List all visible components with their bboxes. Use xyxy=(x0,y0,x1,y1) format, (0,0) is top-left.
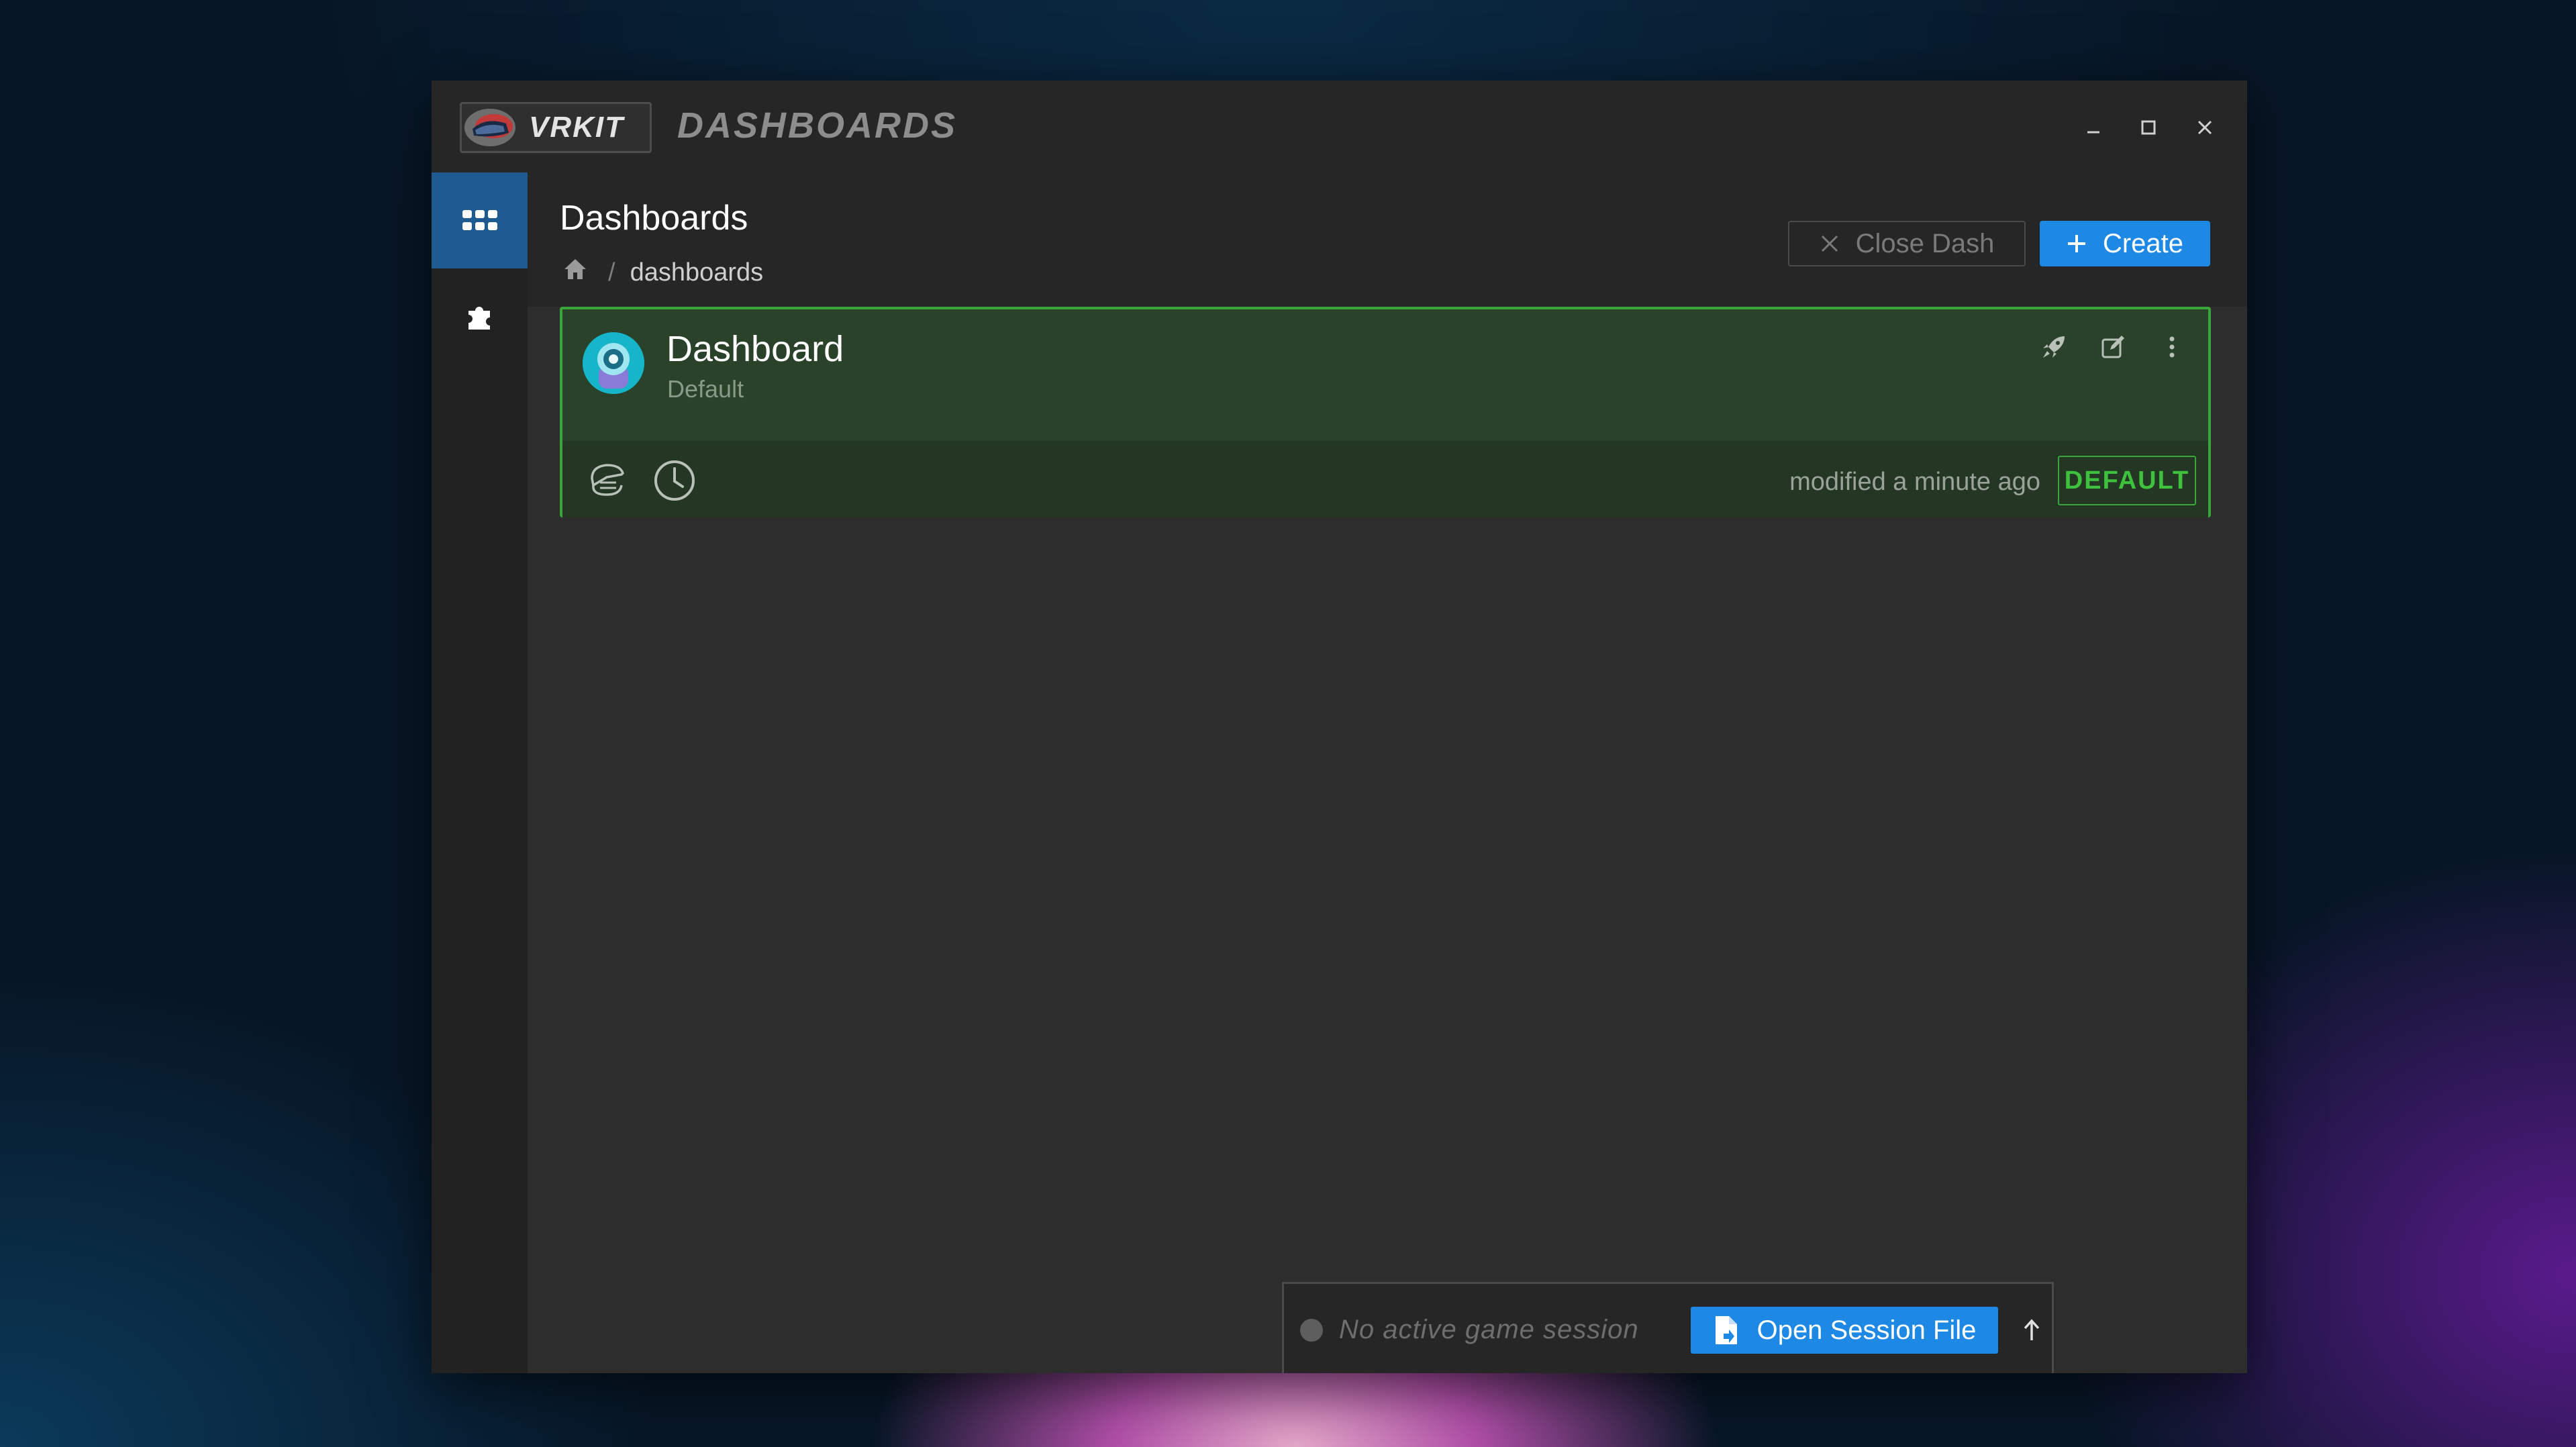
launch-rocket-icon[interactable] xyxy=(2038,331,2070,363)
open-session-file-label: Open Session File xyxy=(1756,1315,1977,1345)
session-status-indicator xyxy=(1300,1319,1323,1342)
dashboard-card[interactable]: Dashboard Default modified a minute ago xyxy=(560,307,2211,517)
logo-text: VRKIT xyxy=(529,111,624,144)
create-label: Create xyxy=(2102,228,2184,258)
maximize-button[interactable] xyxy=(2122,101,2175,154)
home-icon[interactable] xyxy=(562,257,588,288)
close-icon xyxy=(2197,120,2212,135)
dashboard-avatar xyxy=(583,332,644,394)
sidebar-item-dashboards[interactable] xyxy=(432,172,528,268)
close-window-button[interactable] xyxy=(2178,101,2232,154)
arrow-up-icon xyxy=(2024,1319,2040,1340)
dashboard-actions xyxy=(2038,331,2188,363)
modified-timestamp: modified a minute ago xyxy=(1789,468,2040,496)
helmet-logo-icon xyxy=(459,103,526,152)
title-bar[interactable]: VRKIT DASHBOARDS xyxy=(432,81,2247,172)
edit-icon[interactable] xyxy=(2097,331,2129,363)
main-content: Dashboards / dashboards Close Dash Creat… xyxy=(528,172,2247,1373)
steering-wheel-icon xyxy=(587,458,628,503)
maximize-icon xyxy=(2141,120,2156,135)
sidebar xyxy=(432,172,528,1373)
sidebar-item-plugins[interactable] xyxy=(432,268,528,364)
dashboard-title: Dashboard xyxy=(666,329,844,369)
plus-icon xyxy=(2067,235,2085,252)
default-badge: DEFAULT xyxy=(2058,456,2196,505)
breadcrumb-current: dashboards xyxy=(630,258,764,287)
more-vertical-icon[interactable] xyxy=(2156,331,2188,363)
open-session-file-button[interactable]: Open Session File xyxy=(1691,1307,1998,1354)
minimize-icon xyxy=(2087,131,2099,134)
dashboard-subtitle: Default xyxy=(667,375,744,403)
breadcrumb: / dashboards xyxy=(562,257,763,288)
close-dash-label: Close Dash xyxy=(1855,228,1995,258)
app-name: DASHBOARDS xyxy=(677,105,958,146)
page-header: Dashboards / dashboards Close Dash Creat… xyxy=(528,172,2247,307)
session-bar: No active game session Open Session File xyxy=(1282,1282,2054,1373)
session-status-text: No active game session xyxy=(1339,1315,1639,1344)
breadcrumb-separator: / xyxy=(608,258,615,287)
puzzle-icon xyxy=(468,306,490,330)
close-icon xyxy=(1821,235,1838,252)
clock-icon xyxy=(652,458,697,506)
page-title: Dashboards xyxy=(560,199,748,238)
minimize-button[interactable] xyxy=(2067,101,2120,154)
vrkit-logo: VRKIT xyxy=(460,102,652,153)
file-icon xyxy=(1715,1316,1737,1344)
grid-icon xyxy=(462,209,497,230)
app-window: VRKIT DASHBOARDS Dashboards / dashboards… xyxy=(432,81,2247,1373)
close-dash-button[interactable]: Close Dash xyxy=(1788,221,2026,266)
expand-session-button[interactable] xyxy=(2018,1313,2045,1347)
create-button[interactable]: Create xyxy=(2040,221,2210,266)
